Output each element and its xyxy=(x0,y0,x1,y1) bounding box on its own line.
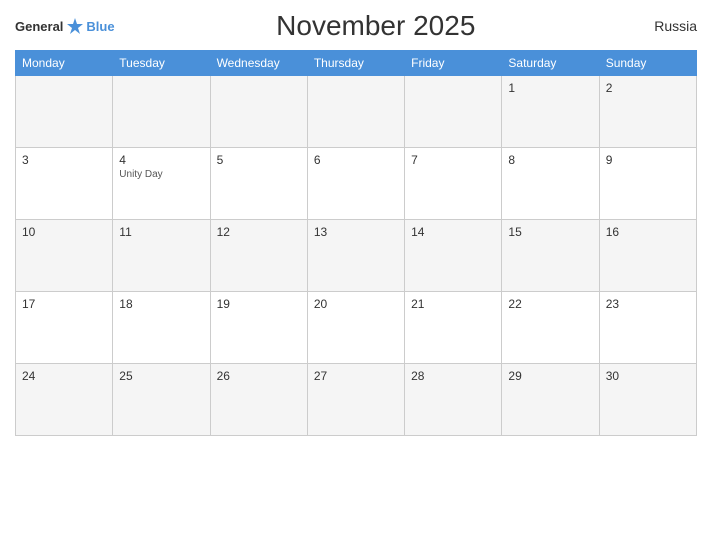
day-cell: 13 xyxy=(307,220,404,292)
calendar-header: General Blue November 2025 Russia xyxy=(15,10,697,42)
logo-blue: Blue xyxy=(86,19,114,34)
day-number: 15 xyxy=(508,225,592,239)
day-cell: 2 xyxy=(599,76,696,148)
day-cell: 20 xyxy=(307,292,404,364)
day-number: 16 xyxy=(606,225,690,239)
day-cell: 22 xyxy=(502,292,599,364)
day-number: 19 xyxy=(217,297,301,311)
week-row-3: 10 11 12 13 14 15 16 xyxy=(16,220,697,292)
day-number: 4 xyxy=(119,153,203,167)
day-cell xyxy=(210,76,307,148)
day-cell xyxy=(113,76,210,148)
col-header-sunday: Sunday xyxy=(599,51,696,76)
day-number: 6 xyxy=(314,153,398,167)
col-header-wednesday: Wednesday xyxy=(210,51,307,76)
day-cell: 27 xyxy=(307,364,404,436)
day-cell: 11 xyxy=(113,220,210,292)
day-number: 24 xyxy=(22,369,106,383)
day-cell xyxy=(16,76,113,148)
day-cell xyxy=(405,76,502,148)
day-number: 30 xyxy=(606,369,690,383)
day-cell: 21 xyxy=(405,292,502,364)
day-number: 7 xyxy=(411,153,495,167)
day-cell: 12 xyxy=(210,220,307,292)
day-cell: 23 xyxy=(599,292,696,364)
day-cell: 29 xyxy=(502,364,599,436)
day-cell: 9 xyxy=(599,148,696,220)
calendar-table: MondayTuesdayWednesdayThursdayFridaySatu… xyxy=(15,50,697,436)
day-cell: 16 xyxy=(599,220,696,292)
day-cell: 15 xyxy=(502,220,599,292)
day-cell: 7 xyxy=(405,148,502,220)
day-cell: 1 xyxy=(502,76,599,148)
day-number: 2 xyxy=(606,81,690,95)
day-cell: 24 xyxy=(16,364,113,436)
day-cell: 10 xyxy=(16,220,113,292)
day-cell: 3 xyxy=(16,148,113,220)
col-header-thursday: Thursday xyxy=(307,51,404,76)
day-number: 9 xyxy=(606,153,690,167)
day-number: 26 xyxy=(217,369,301,383)
days-of-week-row: MondayTuesdayWednesdayThursdayFridaySatu… xyxy=(16,51,697,76)
day-cell: 4 Unity Day xyxy=(113,148,210,220)
day-cell: 30 xyxy=(599,364,696,436)
week-row-4: 17 18 19 20 21 22 23 xyxy=(16,292,697,364)
day-number: 18 xyxy=(119,297,203,311)
day-number: 23 xyxy=(606,297,690,311)
day-cell: 17 xyxy=(16,292,113,364)
day-cell: 5 xyxy=(210,148,307,220)
day-number: 1 xyxy=(508,81,592,95)
day-cell: 18 xyxy=(113,292,210,364)
day-cell: 8 xyxy=(502,148,599,220)
day-cell: 25 xyxy=(113,364,210,436)
event-label: Unity Day xyxy=(119,169,203,180)
logo-flag-icon xyxy=(66,17,84,35)
day-number: 28 xyxy=(411,369,495,383)
day-number: 8 xyxy=(508,153,592,167)
day-number: 11 xyxy=(119,225,203,239)
calendar-body: 1234Unity Day567891011121314151617181920… xyxy=(16,76,697,436)
col-header-friday: Friday xyxy=(405,51,502,76)
day-number: 29 xyxy=(508,369,592,383)
day-cell: 6 xyxy=(307,148,404,220)
calendar-header-row: MondayTuesdayWednesdayThursdayFridaySatu… xyxy=(16,51,697,76)
logo-general: General xyxy=(15,19,63,34)
day-number: 3 xyxy=(22,153,106,167)
day-number: 27 xyxy=(314,369,398,383)
day-number: 21 xyxy=(411,297,495,311)
calendar-page: General Blue November 2025 Russia Monday… xyxy=(0,0,712,550)
day-number: 22 xyxy=(508,297,592,311)
day-cell: 28 xyxy=(405,364,502,436)
week-row-1: 12 xyxy=(16,76,697,148)
day-number: 25 xyxy=(119,369,203,383)
logo: General Blue xyxy=(15,17,115,35)
day-number: 10 xyxy=(22,225,106,239)
day-cell: 26 xyxy=(210,364,307,436)
col-header-saturday: Saturday xyxy=(502,51,599,76)
country-label: Russia xyxy=(637,18,697,34)
day-cell: 19 xyxy=(210,292,307,364)
week-row-5: 24 25 26 27 28 29 30 xyxy=(16,364,697,436)
col-header-tuesday: Tuesday xyxy=(113,51,210,76)
week-row-2: 34 Unity Day 56789 xyxy=(16,148,697,220)
day-cell: 14 xyxy=(405,220,502,292)
day-number: 5 xyxy=(217,153,301,167)
day-number: 17 xyxy=(22,297,106,311)
col-header-monday: Monday xyxy=(16,51,113,76)
calendar-title: November 2025 xyxy=(115,10,637,42)
day-number: 20 xyxy=(314,297,398,311)
day-number: 12 xyxy=(217,225,301,239)
day-cell xyxy=(307,76,404,148)
day-number: 13 xyxy=(314,225,398,239)
day-number: 14 xyxy=(411,225,495,239)
